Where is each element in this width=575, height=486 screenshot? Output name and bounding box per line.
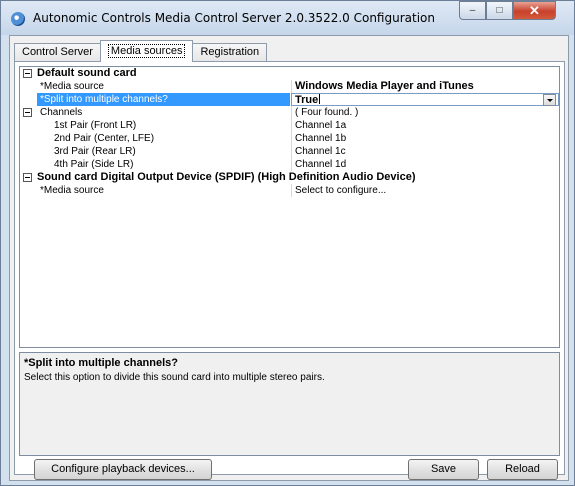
category-default-sound-card[interactable]: Default sound card — [20, 67, 559, 80]
property-name: 3rd Pair (Rear LR) — [54, 146, 136, 157]
property-name: Channels — [40, 107, 83, 118]
window-title: Autonomic Controls Media Control Server … — [33, 11, 435, 25]
property-media-source[interactable]: *Media source Windows Media Player and i… — [20, 80, 559, 93]
property-name: 4th Pair (Side LR) — [54, 159, 134, 170]
chevron-down-icon[interactable] — [543, 94, 556, 106]
split-channels-select[interactable]: True — [291, 93, 559, 106]
property-name: *Media source — [40, 185, 104, 196]
category-label: Sound card Digital Output Device (SPDIF)… — [37, 171, 416, 183]
save-button[interactable]: Save — [408, 459, 479, 480]
tab-label: Control Server — [22, 46, 93, 58]
property-value[interactable]: Channel 1c — [291, 145, 559, 158]
collapse-icon[interactable] — [23, 108, 32, 117]
property-split-channels[interactable]: *Split into multiple channels? True — [20, 93, 559, 106]
tab-control-server[interactable]: Control Server — [14, 43, 101, 62]
property-value[interactable]: Select to configure... — [291, 184, 559, 197]
property-value[interactable]: Channel 1b — [291, 132, 559, 145]
text-caret — [319, 94, 321, 104]
channel-row[interactable]: 1st Pair (Front LR) Channel 1a — [20, 119, 559, 132]
description-panel: *Split into multiple channels? Select th… — [19, 352, 560, 456]
close-button[interactable]: ✕ — [513, 1, 556, 20]
property-spdif-media-source[interactable]: *Media source Select to configure... — [20, 184, 559, 197]
title-bar[interactable]: Autonomic Controls Media Control Server … — [1, 1, 574, 35]
minimize-button[interactable]: – — [459, 1, 486, 20]
channel-row[interactable]: 4th Pair (Side LR) Channel 1d — [20, 158, 559, 171]
property-value: ( Four found. ) — [291, 106, 559, 119]
description-title: *Split into multiple channels? — [24, 357, 179, 369]
category-label: Default sound card — [37, 67, 137, 79]
property-value[interactable]: Windows Media Player and iTunes — [291, 80, 559, 93]
property-name: 1st Pair (Front LR) — [54, 120, 137, 131]
property-value: True — [295, 94, 319, 106]
collapse-icon[interactable] — [23, 69, 32, 78]
client-area: Control Server Media sources Registratio… — [9, 35, 569, 481]
tab-label: Media sources — [107, 44, 186, 58]
property-channels[interactable]: Channels ( Four found. ) — [20, 106, 559, 119]
description-text: Select this option to divide this sound … — [24, 372, 325, 383]
property-value[interactable]: Channel 1d — [291, 158, 559, 171]
close-icon: ✕ — [529, 2, 540, 18]
tab-strip: Control Server Media sources Registratio… — [14, 40, 268, 62]
property-name: 2nd Pair (Center, LFE) — [54, 133, 155, 144]
minimize-icon: – — [469, 5, 476, 16]
window-controls: – □ ✕ — [459, 1, 556, 21]
tab-media-sources[interactable]: Media sources — [99, 40, 194, 62]
maximize-icon: □ — [496, 5, 503, 16]
channel-row[interactable]: 3rd Pair (Rear LR) Channel 1c — [20, 145, 559, 158]
category-spdif-device[interactable]: Sound card Digital Output Device (SPDIF)… — [20, 171, 559, 184]
property-grid[interactable]: Default sound card *Media source Windows… — [19, 66, 560, 348]
configure-playback-button[interactable]: Configure playback devices... — [34, 459, 212, 480]
tab-registration[interactable]: Registration — [192, 43, 268, 62]
property-value[interactable]: Channel 1a — [291, 119, 559, 132]
reload-button[interactable]: Reload — [487, 459, 558, 480]
channel-row[interactable]: 2nd Pair (Center, LFE) Channel 1b — [20, 132, 559, 145]
app-logo-icon — [11, 12, 25, 26]
property-name: *Media source — [40, 81, 104, 92]
property-name: *Split into multiple channels? — [37, 93, 290, 106]
tab-label: Registration — [200, 46, 260, 58]
config-window: Autonomic Controls Media Control Server … — [0, 0, 575, 486]
collapse-icon[interactable] — [23, 173, 32, 182]
maximize-button[interactable]: □ — [486, 1, 513, 20]
media-sources-panel: Default sound card *Media source Windows… — [14, 61, 565, 480]
